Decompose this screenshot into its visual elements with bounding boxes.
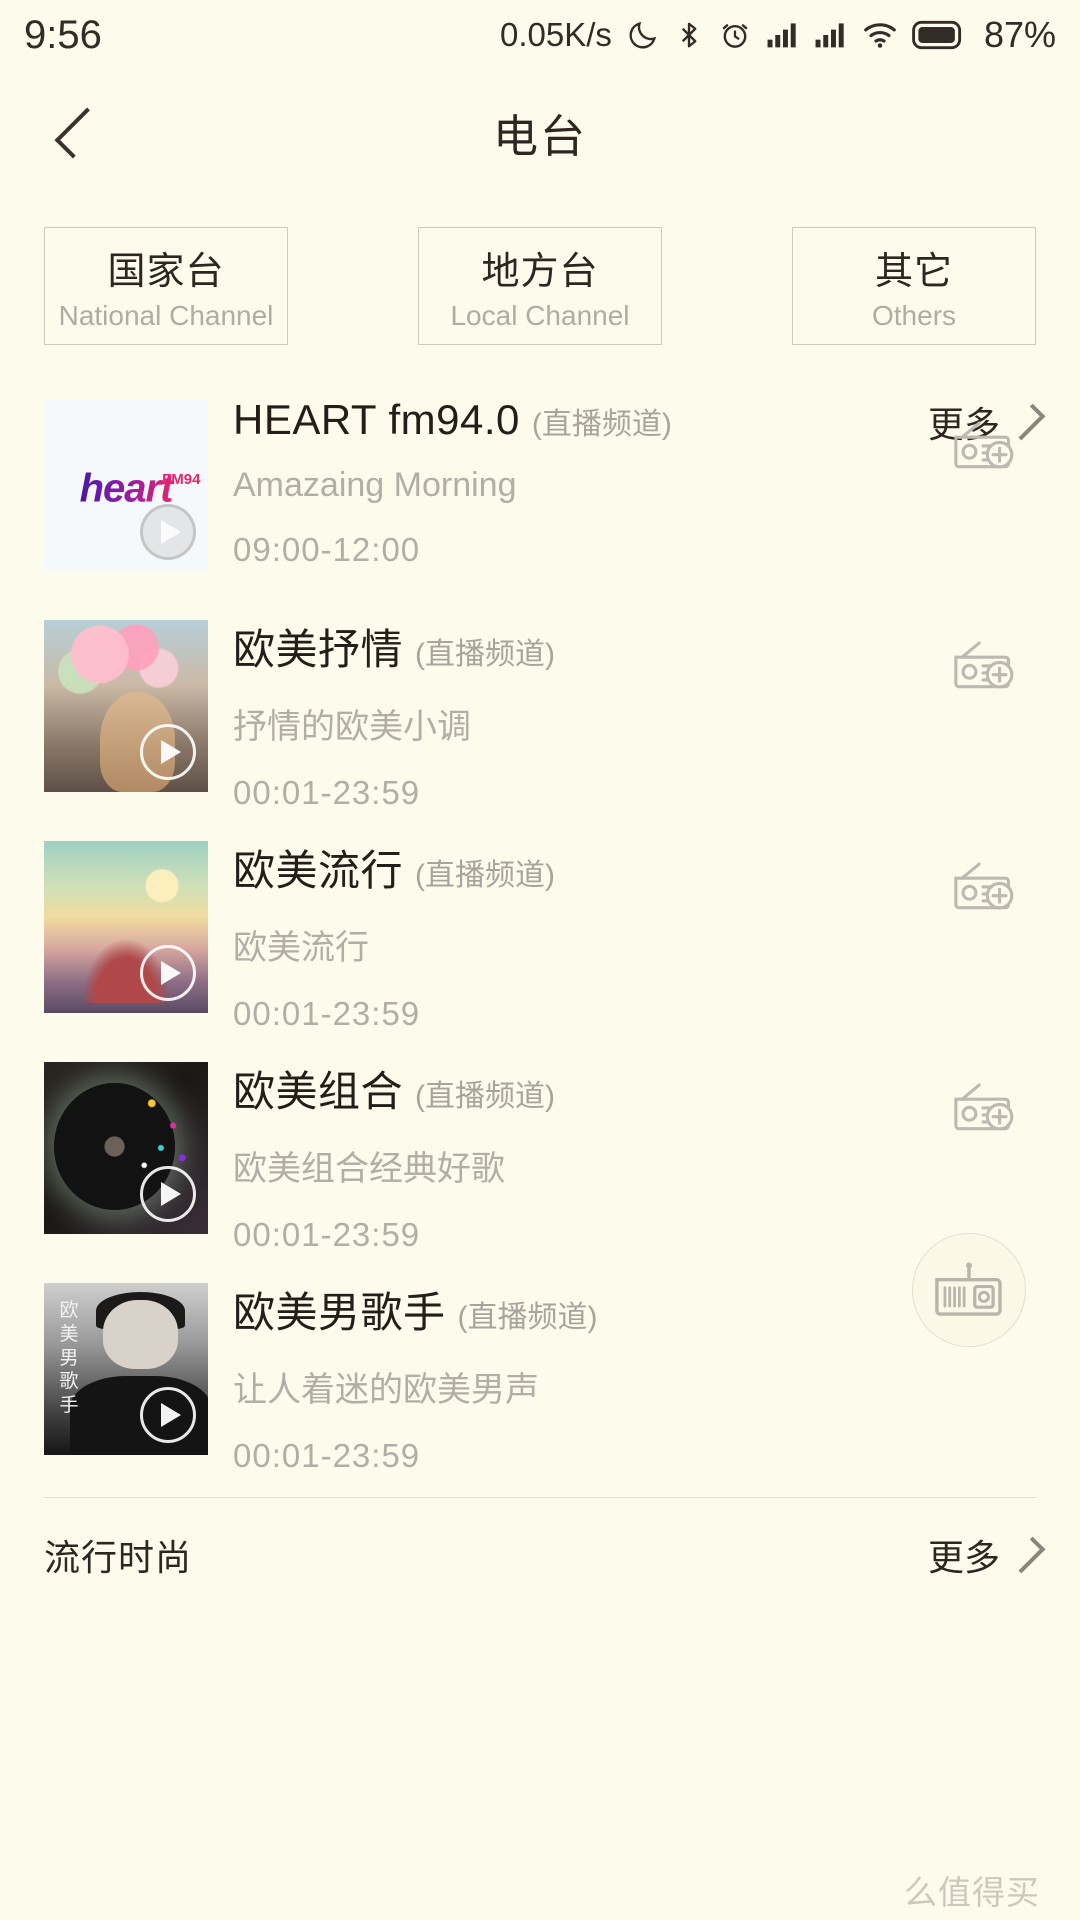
station-subtitle: 抒情的欧美小调: [233, 708, 471, 746]
bluetooth-icon: [674, 18, 704, 52]
station-live-tag: (直播频道): [531, 408, 672, 441]
station-title: 欧美抒情: [233, 626, 404, 673]
play-button[interactable]: [140, 1166, 196, 1222]
page-title: 电台: [492, 111, 587, 162]
station-info: 欧美流行 (直播频道) 欧美流行 00:01-23:59: [233, 837, 793, 1033]
battery-percent: 87%: [983, 14, 1056, 55]
radio-device-icon: [935, 1262, 1002, 1316]
status-time: 9:56: [24, 12, 102, 57]
station-subtitle: 欧美组合经典好歌: [233, 1150, 505, 1188]
play-icon: [161, 961, 181, 985]
status-bar: 9:56 0.05K/s 87%: [0, 0, 1080, 70]
section-title: 流行时尚: [44, 1537, 193, 1578]
station-thumbnail[interactable]: [44, 620, 208, 792]
tab-label-cn: 地方台: [481, 251, 599, 293]
station-time: 00:01-23:59: [233, 995, 421, 1032]
section-more-button[interactable]: 更多: [927, 1529, 1046, 1581]
play-icon: [161, 520, 181, 544]
section-divider: [44, 1497, 1036, 1498]
channel-tabs: 国家台 National Channel 地方台 Local Channel 其…: [44, 227, 1036, 345]
station-info: 欧美抒情 (直播频道) 抒情的欧美小调 00:01-23:59: [233, 616, 793, 812]
radio-add-icon: [954, 1083, 1014, 1131]
tab-others[interactable]: 其它 Others: [792, 227, 1036, 345]
play-icon: [161, 1403, 181, 1427]
station-live-tag: (直播频道): [457, 1301, 598, 1334]
station-thumbnail[interactable]: [44, 1062, 208, 1234]
battery-icon: [912, 19, 966, 51]
moon-icon: [626, 18, 660, 52]
table-row[interactable]: 欧美抒情 (直播频道) 抒情的欧美小调 00:01-23:59: [0, 620, 1080, 820]
radio-add-icon: [954, 862, 1014, 910]
station-info: 欧美男歌手 (直播频道) 让人着迷的欧美男声 00:01-23:59: [233, 1279, 793, 1475]
tab-label-en: Others: [871, 300, 957, 331]
table-row[interactable]: heart FM94 HEART fm94.0 (直播频道) Amazaing …: [0, 396, 1080, 600]
thumbnail-caption: 欧美男歌手: [59, 1300, 79, 1416]
radio-add-button[interactable]: [952, 857, 1018, 913]
chevron-right-icon: [1008, 1536, 1046, 1574]
play-button[interactable]: [140, 1387, 196, 1443]
tab-label-cn: 国家台: [107, 251, 225, 293]
watermark: 么值得买: [904, 1866, 1040, 1914]
station-title: HEART fm94.0: [233, 396, 520, 443]
station-live-tag: (直播频道): [415, 638, 555, 671]
station-title: 欧美流行: [233, 847, 404, 894]
station-thumbnail[interactable]: [44, 841, 208, 1013]
wifi-icon: [862, 19, 898, 51]
page-header: 电台: [0, 70, 1080, 195]
tab-national-channel[interactable]: 国家台 National Channel: [44, 227, 288, 345]
station-subtitle: 欧美流行: [233, 929, 369, 967]
play-icon: [161, 1182, 181, 1206]
station-live-tag: (直播频道): [415, 1080, 555, 1113]
station-thumbnail[interactable]: heart FM94: [44, 400, 208, 572]
radio-add-button[interactable]: [952, 1078, 1018, 1134]
alarm-icon: [718, 18, 752, 52]
station-time: 09:00-12:00: [233, 531, 421, 568]
radio-add-icon: [954, 421, 1014, 469]
station-live-tag: (直播频道): [415, 859, 555, 892]
tab-local-channel[interactable]: 地方台 Local Channel: [418, 227, 662, 345]
play-button[interactable]: [140, 945, 196, 1001]
radio-page: 9:56 0.05K/s 87% 电台 国家台 National Channel…: [0, 0, 1080, 1920]
radio-add-icon: [954, 641, 1014, 689]
play-button[interactable]: [140, 724, 196, 780]
station-info: HEART fm94.0 (直播频道) Amazaing Morning 09:…: [233, 396, 793, 569]
network-speed: 0.05K/s: [500, 16, 612, 53]
station-thumbnail[interactable]: 欧美男歌手: [44, 1283, 208, 1455]
radio-add-button[interactable]: [952, 416, 1018, 472]
station-subtitle: Amazaing Morning: [233, 466, 517, 504]
station-time: 00:01-23:59: [233, 1437, 421, 1474]
table-row[interactable]: 欧美组合 (直播频道) 欧美组合经典好歌 00:01-23:59: [0, 1062, 1080, 1262]
section-more-label: 更多: [927, 1537, 1000, 1578]
radio-device-fab[interactable]: [912, 1233, 1026, 1347]
station-info: 欧美组合 (直播频道) 欧美组合经典好歌 00:01-23:59: [233, 1058, 793, 1254]
signal-icon-2: [814, 20, 848, 50]
radio-add-button[interactable]: [952, 636, 1018, 692]
station-subtitle: 让人着迷的欧美男声: [233, 1371, 539, 1409]
tab-label-en: Local Channel: [450, 300, 630, 331]
tab-label-cn: 其它: [874, 251, 953, 293]
table-row[interactable]: 欧美流行 (直播频道) 欧美流行 00:01-23:59: [0, 841, 1080, 1041]
section-header-pop-fashion: 流行时尚 更多: [44, 1525, 1046, 1585]
portrait-head: [103, 1300, 179, 1369]
station-title: 欧美男歌手: [233, 1289, 446, 1336]
play-icon: [161, 740, 181, 764]
play-button[interactable]: [140, 504, 196, 560]
station-time: 00:01-23:59: [233, 1216, 421, 1253]
watermark-text: 么值得买: [904, 1874, 1040, 1911]
station-title: 欧美组合: [233, 1068, 404, 1115]
station-time: 00:01-23:59: [233, 774, 421, 811]
tab-label-en: National Channel: [58, 300, 274, 331]
signal-icon-1: [766, 20, 800, 50]
heart-logo-badge: FM94: [162, 470, 201, 488]
